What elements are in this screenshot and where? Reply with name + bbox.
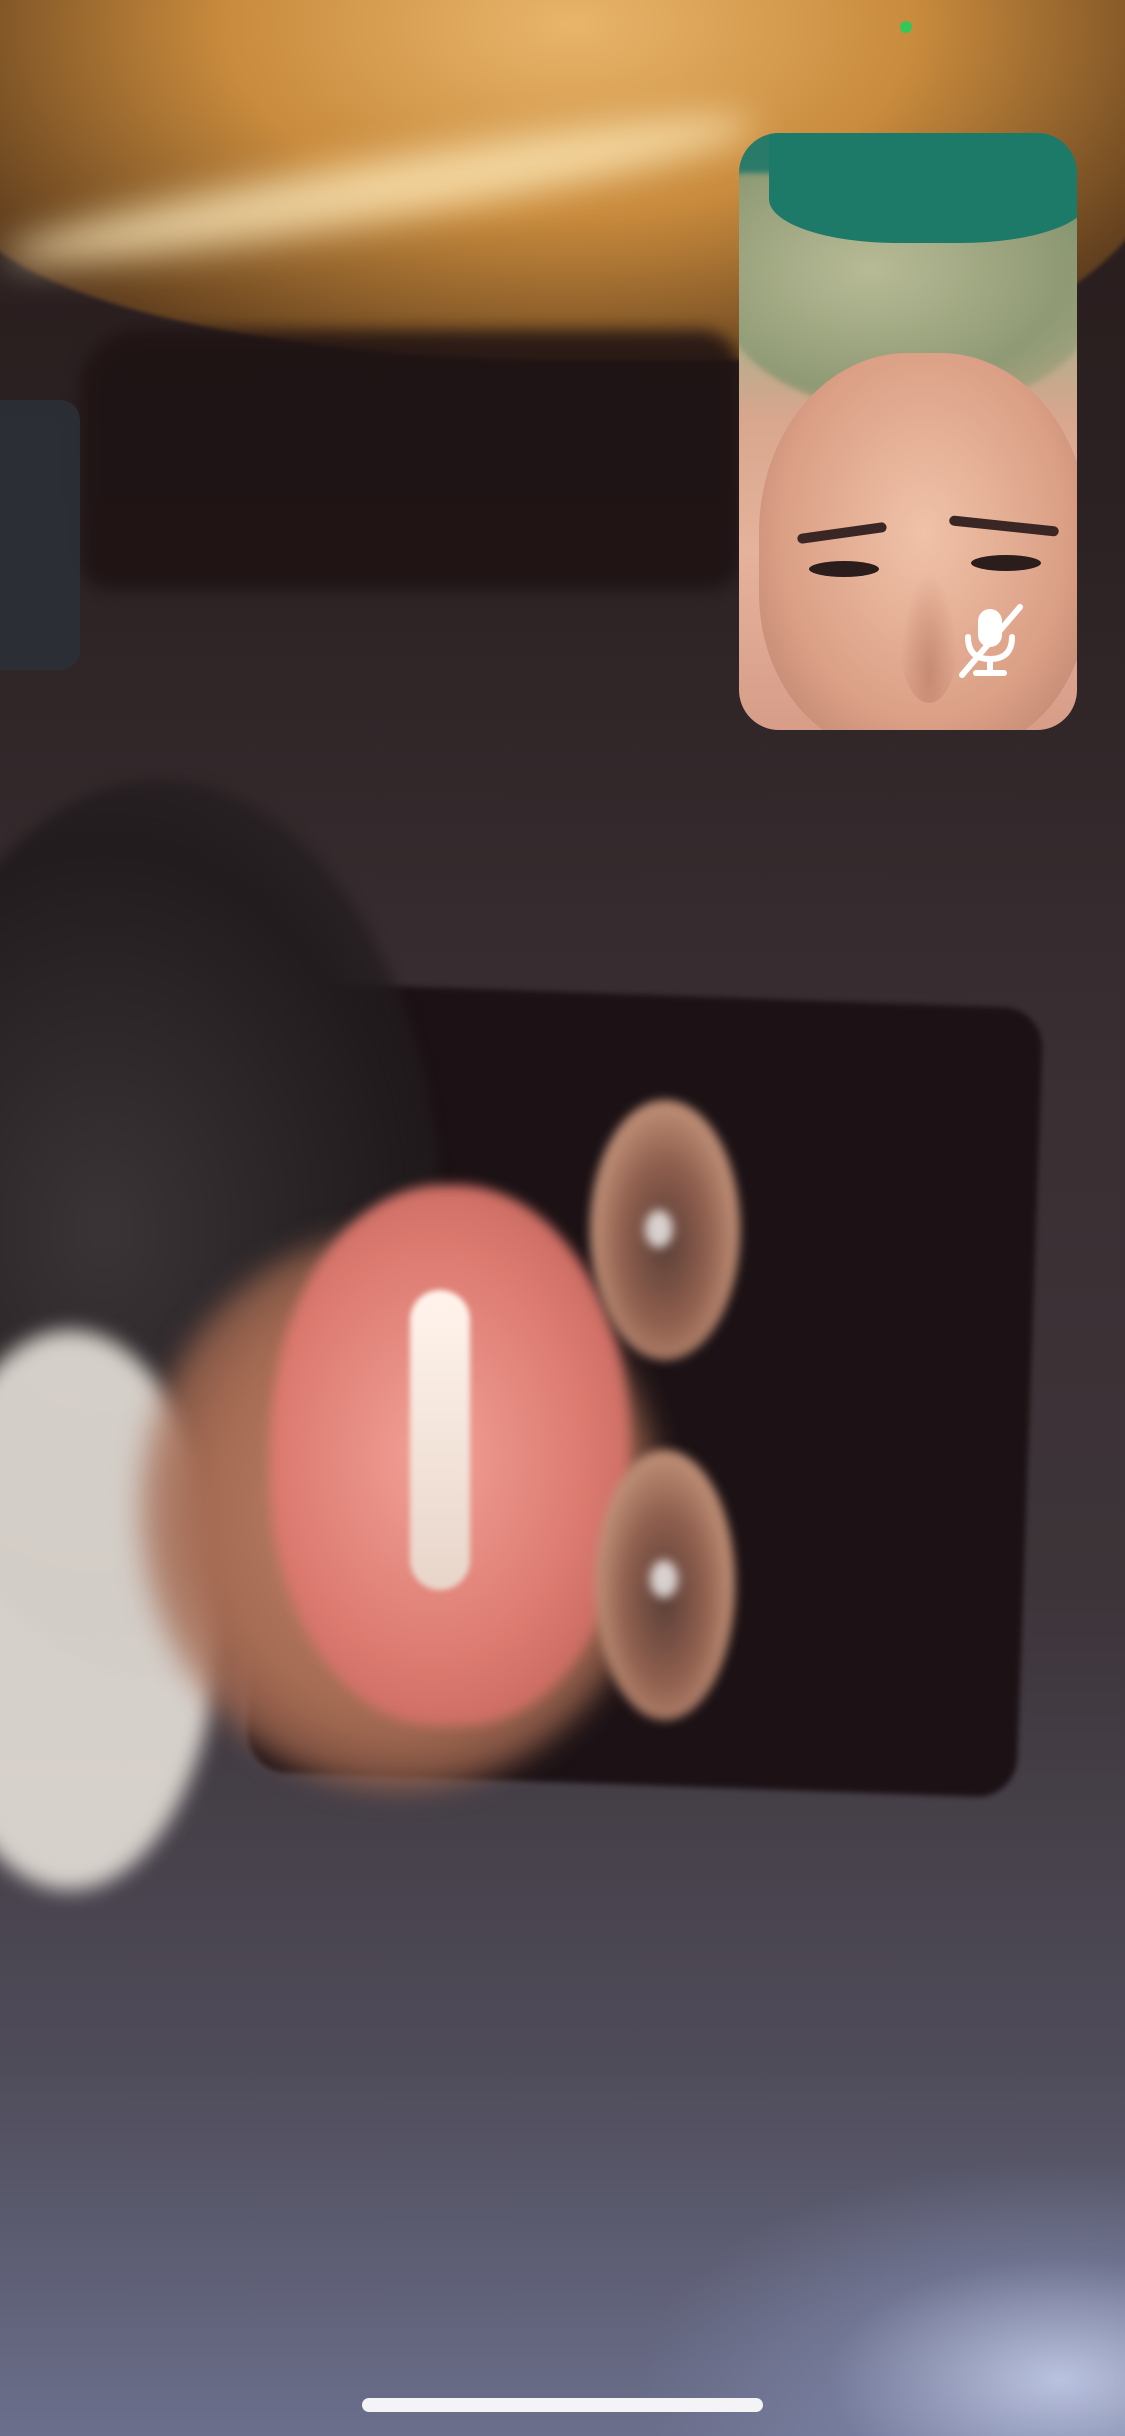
camera-in-use-indicator xyxy=(900,21,912,33)
video-eye-top xyxy=(590,1100,740,1360)
facetime-call-screen xyxy=(0,0,1125,2436)
self-view-eye-right xyxy=(971,555,1041,571)
video-teeth xyxy=(410,1290,470,1590)
video-frame-object xyxy=(0,400,80,670)
self-view-pip[interactable] xyxy=(739,133,1077,730)
self-view-eye-left xyxy=(809,561,879,577)
video-eye-bottom xyxy=(595,1450,735,1720)
microphone-slash-icon xyxy=(959,604,1023,678)
self-view-pillow xyxy=(769,133,1077,243)
video-shelf xyxy=(80,330,740,590)
home-indicator[interactable] xyxy=(362,2398,763,2412)
